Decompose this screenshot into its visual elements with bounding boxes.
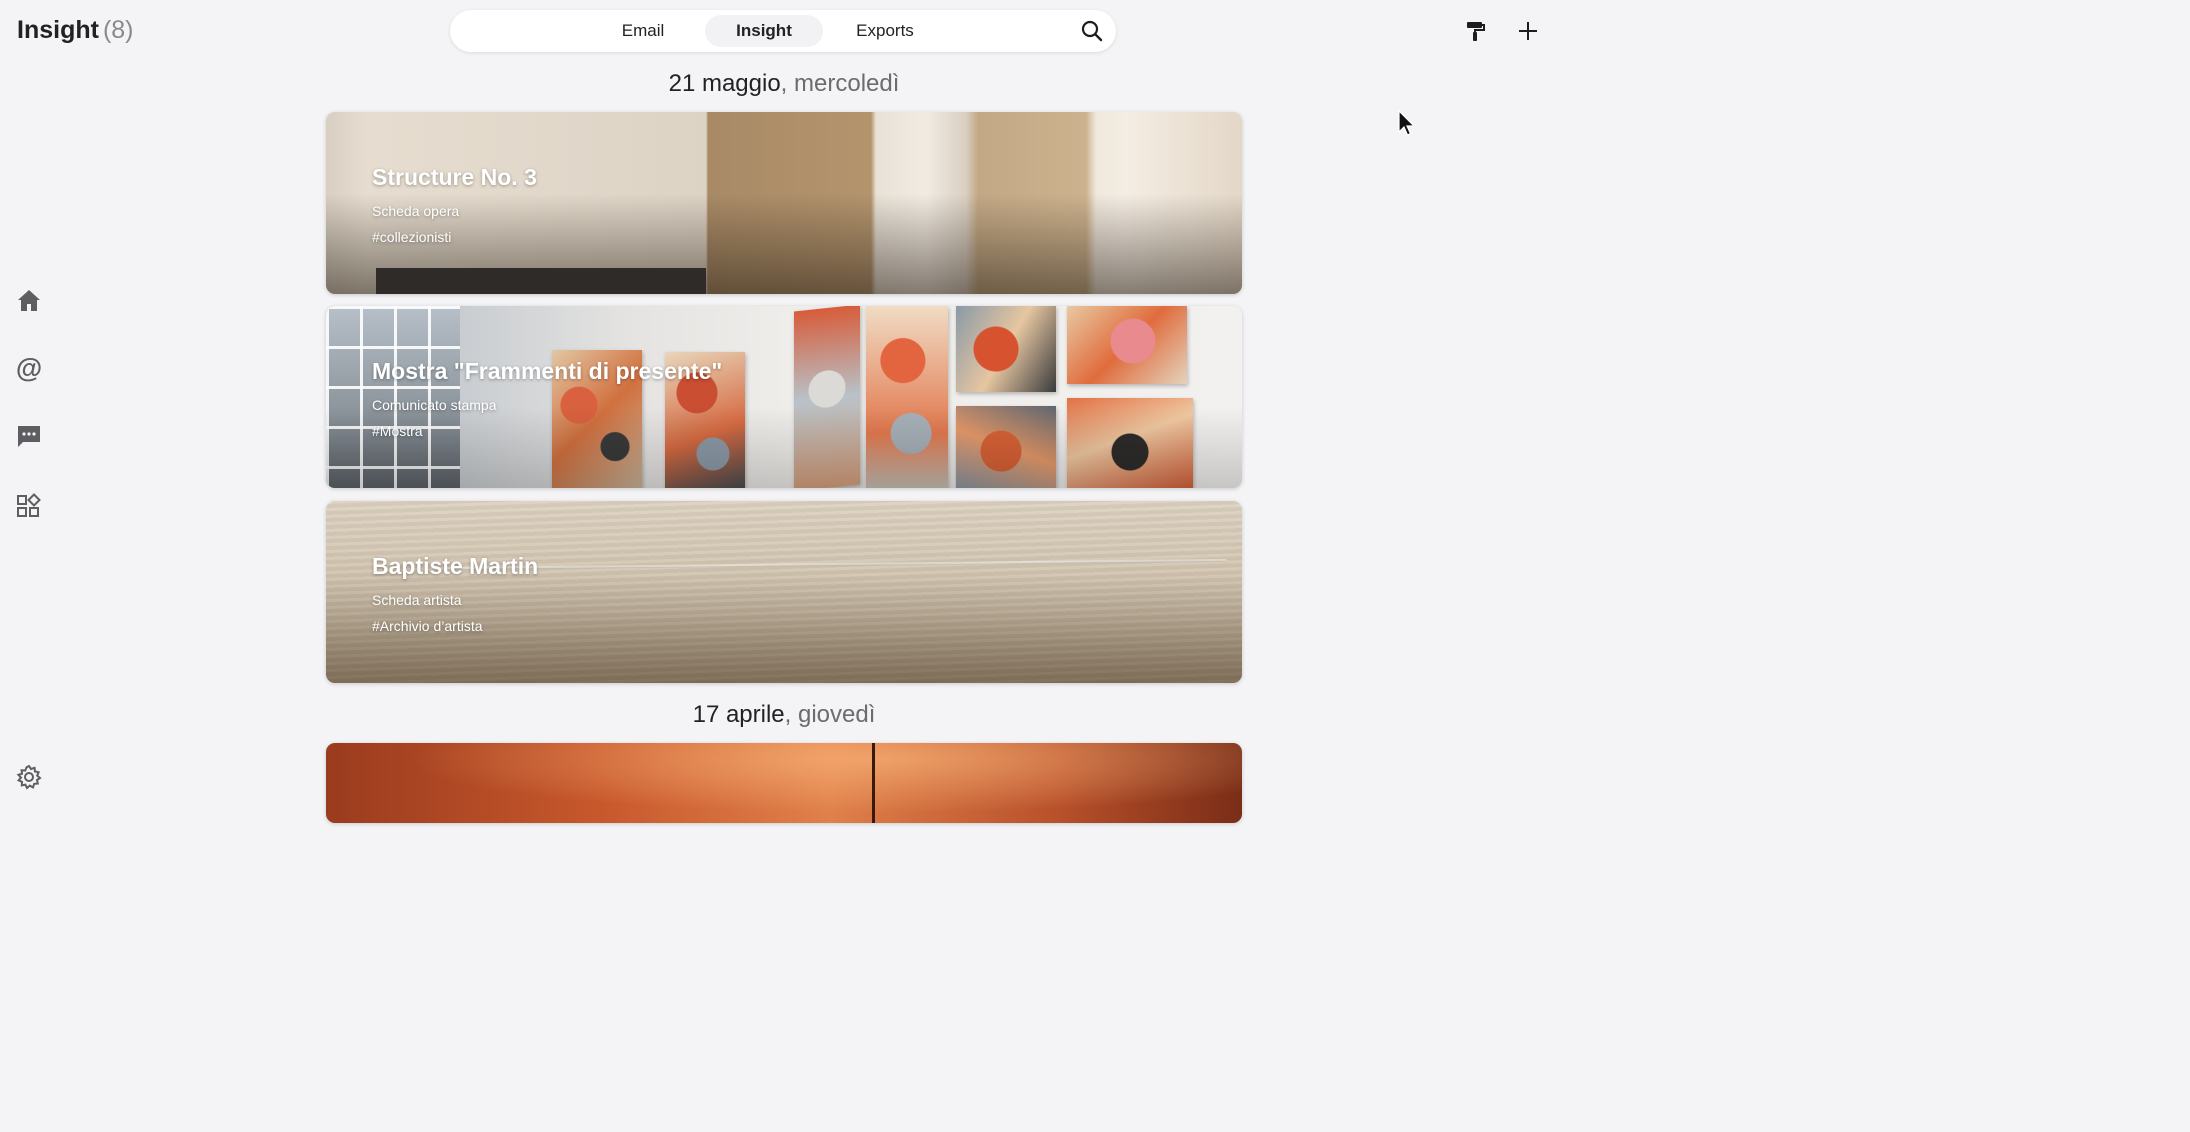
date-label: 17 aprile bbox=[692, 701, 785, 728]
tab-insight[interactable]: Insight bbox=[705, 15, 823, 47]
card-tag: #Archivio d’artista bbox=[372, 618, 483, 634]
format-paint-button[interactable] bbox=[1463, 18, 1489, 44]
home-icon bbox=[18, 290, 40, 311]
card-tag: #Mostra bbox=[372, 423, 423, 439]
plus-icon bbox=[1519, 22, 1537, 40]
card-title: Mostra "Frammenti di presente" bbox=[372, 358, 723, 384]
sidebar-item-apps[interactable] bbox=[15, 492, 43, 520]
date-heading: 21 maggio, mercoledì bbox=[326, 70, 1242, 98]
date-heading: 17 aprile, giovedì bbox=[326, 701, 1242, 729]
apps-icon bbox=[17, 493, 41, 517]
search-icon bbox=[1081, 20, 1103, 42]
item-count: (8) bbox=[102, 16, 134, 44]
date-label: 21 maggio bbox=[668, 70, 781, 97]
gear-icon bbox=[16, 764, 42, 790]
tab-email[interactable]: Email bbox=[606, 15, 680, 47]
tab-exports[interactable]: Exports bbox=[846, 15, 924, 47]
chat-icon bbox=[18, 426, 40, 447]
sidebar-item-mentions[interactable]: @ bbox=[15, 354, 43, 382]
mouse-cursor-icon bbox=[1398, 110, 1416, 136]
card-title: Structure No. 3 bbox=[372, 164, 537, 190]
insight-card[interactable]: Baptiste Martin Scheda artista #Archivio… bbox=[326, 501, 1242, 683]
page-title-text: Insight bbox=[17, 16, 99, 44]
insight-card[interactable]: Structure No. 3 Scheda opera #collezioni… bbox=[326, 112, 1242, 294]
sidebar-item-home[interactable] bbox=[15, 286, 43, 314]
top-navigation: Email Insight Exports bbox=[450, 10, 1116, 52]
weekday-label: , giovedì bbox=[784, 701, 876, 728]
at-icon: @ bbox=[15, 353, 43, 383]
weekday-label: , mercoledì bbox=[780, 70, 900, 97]
card-type: Scheda artista bbox=[372, 592, 462, 608]
search-button[interactable] bbox=[1080, 19, 1104, 43]
card-type: Scheda opera bbox=[372, 203, 460, 219]
add-button[interactable] bbox=[1515, 18, 1541, 44]
card-title: Baptiste Martin bbox=[372, 553, 539, 579]
card-tag: #collezionisti bbox=[372, 229, 452, 245]
settings-button[interactable] bbox=[15, 763, 43, 791]
card-type: Comunicato stampa bbox=[372, 397, 497, 413]
insight-card[interactable]: Mostra "Frammenti di presente" Comunicat… bbox=[326, 306, 1242, 488]
sidebar-item-messages[interactable] bbox=[15, 422, 43, 450]
page-title: Insight (8) bbox=[17, 16, 134, 45]
paint-roller-icon bbox=[1467, 22, 1485, 41]
card-image bbox=[326, 743, 1242, 823]
insight-card[interactable] bbox=[326, 743, 1242, 823]
